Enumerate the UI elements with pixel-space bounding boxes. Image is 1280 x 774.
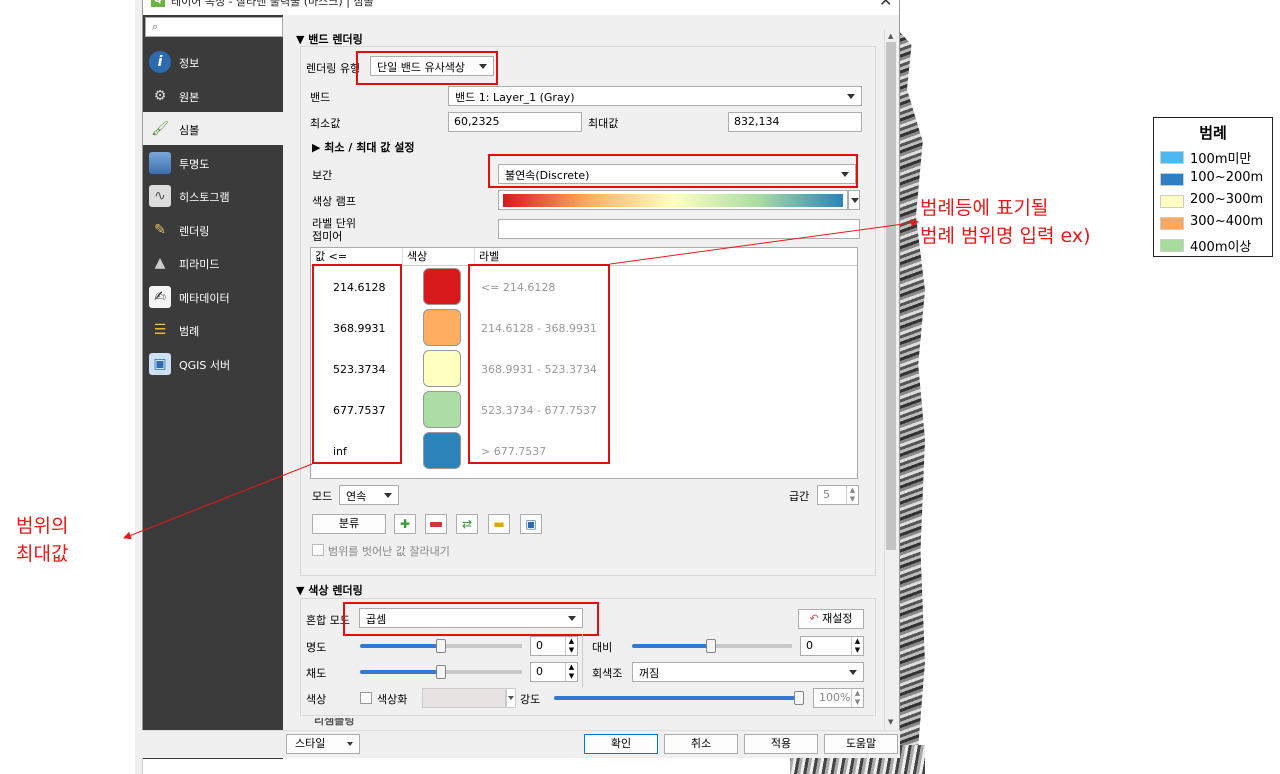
legend-swatch [1160,151,1184,164]
legend-item: 200~300m [1160,192,1272,212]
legend-box: 범례 100m미만 100~200m 200~300m 300~400m 400… [1153,117,1273,257]
legend-swatch [1160,173,1184,186]
legend-item: 300~400m [1160,214,1272,234]
arrow-to-values [123,463,313,540]
legend-swatch [1160,239,1184,252]
annotation-left-line1: 범위의 [16,515,69,537]
annotation-left-line2: 최대값 [16,543,69,565]
annotation-right-line1: 범례등에 표기될 [920,197,1049,219]
legend-swatch [1160,217,1184,230]
annotation-right-line2: 범례 범위명 입력 ex) [920,225,1091,247]
arrow-to-labels [609,218,919,265]
legend-label: 300~400m [1190,214,1264,229]
legend-label: 100m미만 [1190,152,1252,167]
legend-swatch [1160,195,1184,208]
legend-item: 100m미만 [1160,148,1272,168]
legend-label: 400m이상 [1190,240,1252,255]
legend-label: 100~200m [1190,170,1264,185]
legend-label: 200~300m [1190,192,1264,207]
legend-title: 범례 [1199,124,1227,142]
legend-item: 400m이상 [1160,236,1272,256]
annotation-arrows [123,218,919,540]
legend-item: 100~200m [1160,170,1272,190]
